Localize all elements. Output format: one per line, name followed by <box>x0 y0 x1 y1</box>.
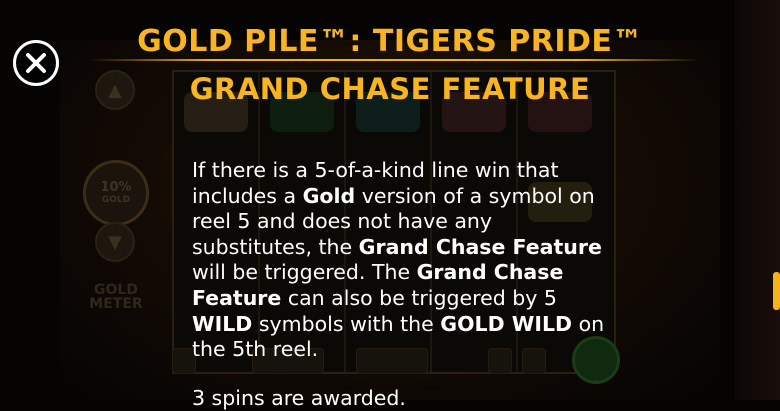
gold-meter: ▲ 10% GOLD ▼ GOLD METER <box>80 70 150 320</box>
help-text: If there is a 5-of-a-kind line win that … <box>192 158 612 411</box>
side-rail <box>735 0 780 400</box>
text-run-bold: GOLD WILD <box>440 311 573 336</box>
text-run: will be triggered. The <box>192 260 417 285</box>
paragraph-1: If there is a 5-of-a-kind line win that … <box>192 158 612 363</box>
text-run-bold: Gold <box>302 183 356 208</box>
meter-label: GOLD METER <box>89 282 143 312</box>
meter-dial: 10% GOLD <box>83 160 149 226</box>
text-run-bold: Grand Chase Feature <box>358 234 602 259</box>
meter-percent: 10% <box>100 180 132 195</box>
title-divider <box>90 59 700 61</box>
feature-title: GRAND CHASE FEATURE <box>189 72 591 106</box>
paragraph-2: 3 spins are awarded. <box>192 385 406 410</box>
text-run: symbols with the <box>252 311 441 336</box>
text-run-bold: WILD <box>192 311 253 336</box>
meter-gold: GOLD <box>101 195 131 205</box>
meter-down-arrow-icon: ▼ <box>95 222 135 262</box>
scrollbar-thumb[interactable] <box>773 272 780 310</box>
game-title: GOLD PILE™: TIGERS PRIDE™ <box>137 24 643 59</box>
text-run: can also be triggered by 5 <box>281 285 557 310</box>
